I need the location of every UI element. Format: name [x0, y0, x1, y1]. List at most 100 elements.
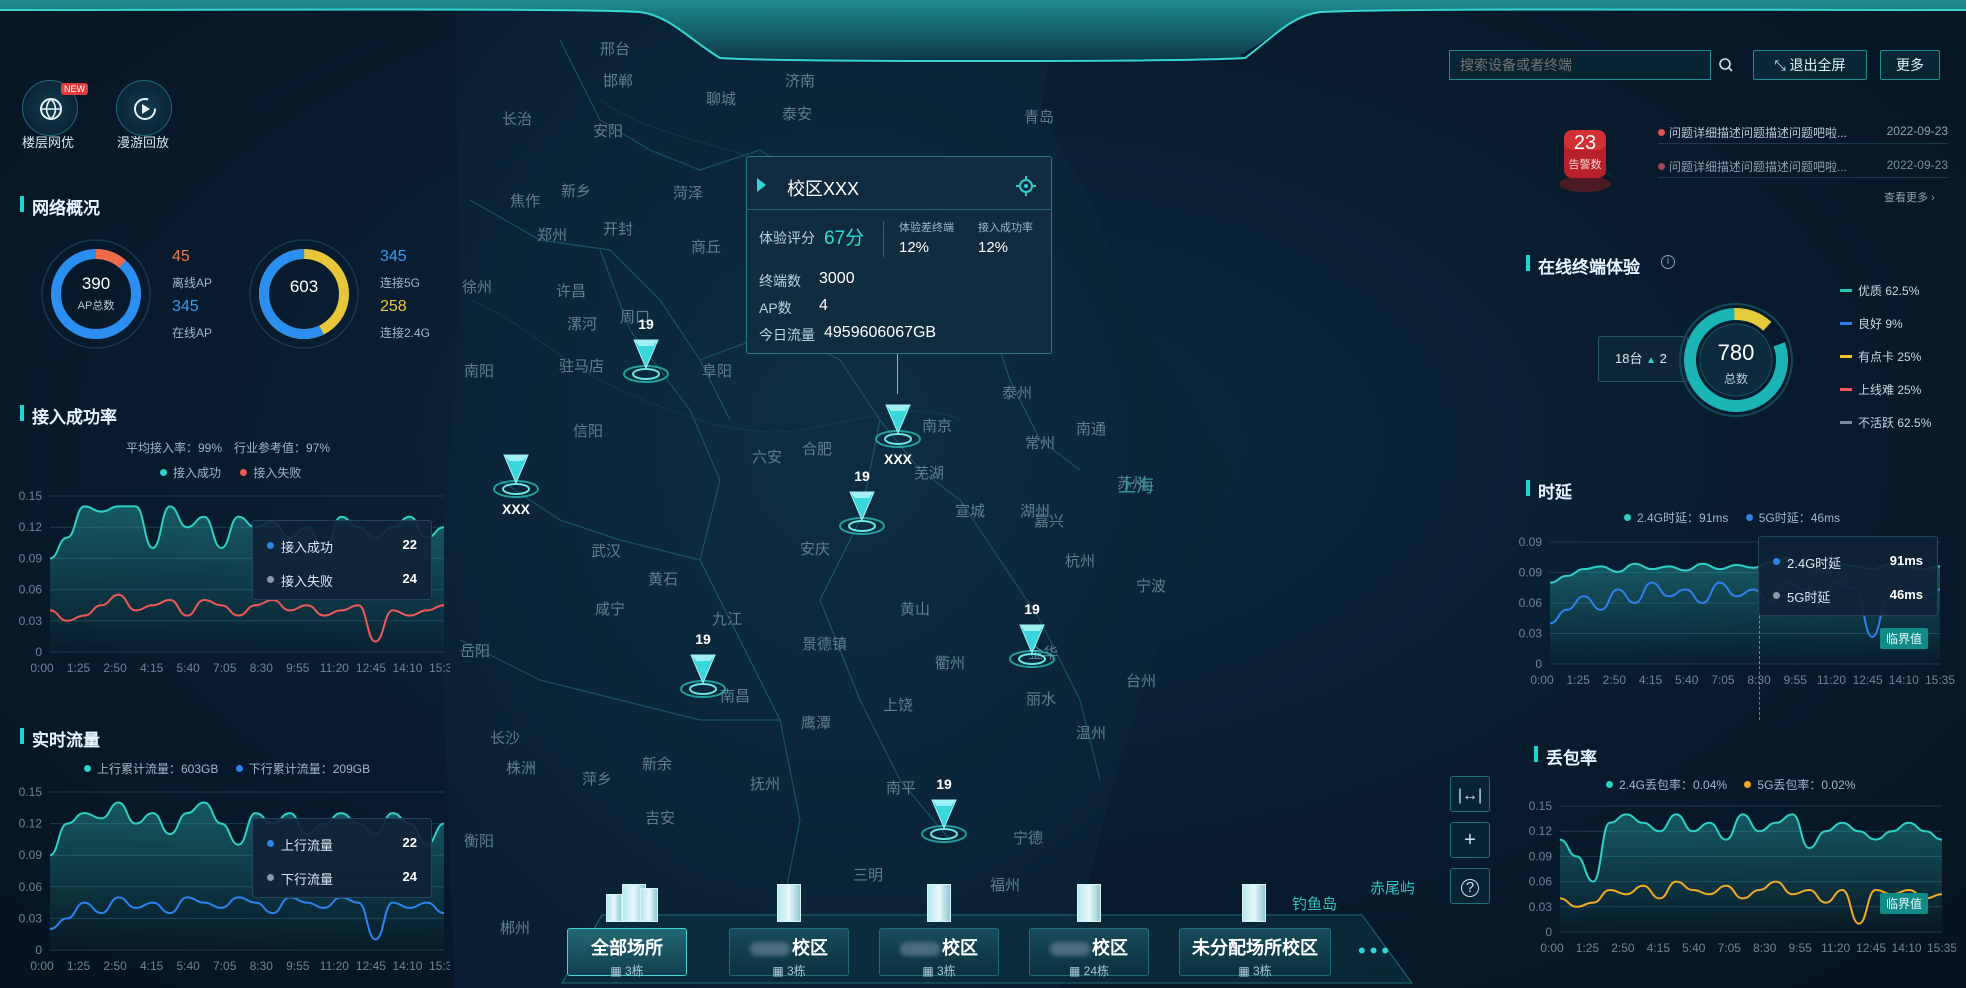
y-tick-label: 0.12 — [1529, 824, 1553, 838]
y-tick-label: 0.12 — [19, 520, 43, 534]
all-buildings-icon — [602, 882, 660, 928]
x-tick-label: 4:15 — [140, 959, 164, 973]
exit-fullscreen-button[interactable]: ⤡ 退出全屏 — [1753, 50, 1867, 80]
campus-tab-2[interactable]: 校区 ▦ 3栋 — [879, 928, 999, 978]
x-tick-label: 0:00 — [30, 661, 54, 675]
access-title: 接入成功率 — [20, 403, 117, 428]
x-tick-label: 7:05 — [1718, 941, 1742, 955]
experience-change: 18台 ▲ 2 — [1598, 336, 1688, 382]
map-marker[interactable]: 19 — [677, 631, 729, 701]
y-tick-label: 0.06 — [19, 583, 43, 597]
map-city-label: 泰州 — [1002, 385, 1033, 402]
y-tick-label: 0.06 — [19, 880, 43, 894]
access-legend: 接入成功 接入失败 — [160, 464, 301, 481]
building-count: ▦ 3栋 — [1238, 964, 1272, 978]
map-marker[interactable]: 19 — [1006, 601, 1058, 671]
map-marker[interactable]: XXX — [872, 395, 924, 467]
fit-width-button[interactable]: |↔| — [1450, 776, 1490, 812]
map-marker[interactable]: 19 — [836, 468, 888, 538]
campus-tab-4[interactable]: 未分配场所校区 ▦ 3栋 — [1179, 928, 1331, 978]
tooltip-row: 上行流量 22 — [253, 829, 431, 857]
y-tick-label: 0 — [35, 645, 42, 659]
ap-count-value: 4 — [819, 297, 828, 314]
x-tick-label: 0:00 — [1530, 673, 1554, 687]
map-city-label: 上饶 — [883, 697, 914, 714]
map-city-label: 南京 — [922, 418, 953, 435]
x-tick-label: 4:15 — [1647, 941, 1671, 955]
legend-hard-online: 上线难 25% — [1840, 381, 1921, 398]
x-tick-label: 2:50 — [103, 959, 127, 973]
map-city-label: 嘉兴 — [1034, 513, 1065, 530]
x-tick-label: 0:00 — [1540, 941, 1564, 955]
map-city-label: 长沙 — [490, 730, 521, 747]
search-button[interactable] — [1710, 51, 1740, 79]
location-pin-icon — [493, 454, 539, 498]
map-city-label: 宁波 — [1136, 578, 1167, 595]
up-arrow-icon: ▲ — [1646, 355, 1656, 366]
score-value: 67分 — [824, 228, 865, 249]
help-button[interactable]: ? — [1450, 868, 1490, 904]
playback-icon — [134, 98, 156, 120]
map-city-label: 九江 — [712, 611, 743, 628]
latency-title: 时延 — [1526, 478, 1572, 503]
x-tick-label: 5:40 — [177, 661, 201, 675]
x-tick-label: 12:45 — [356, 661, 386, 675]
map-city-label: 衡阳 — [464, 833, 495, 850]
location-pin-icon — [680, 654, 726, 698]
campus-tab-3[interactable]: 校区 ▦ 24栋 — [1029, 928, 1149, 978]
zoom-in-button[interactable]: + — [1450, 822, 1490, 858]
x-tick-label: 4:15 — [1639, 673, 1663, 687]
map-city-label: 福州 — [990, 877, 1021, 894]
x-tick-label: 12:45 — [1856, 941, 1886, 955]
y-tick-label: 0.03 — [1519, 627, 1543, 641]
legend-5g: 5G时延：46ms — [1745, 511, 1840, 525]
alarm-indicator[interactable]: 23 告警数 — [1558, 122, 1612, 194]
map-marker[interactable]: 19 — [918, 776, 970, 846]
roam-playback-label: 漫游回放 — [117, 135, 170, 150]
gear-icon[interactable] — [1015, 175, 1037, 197]
legend-success: 接入成功 — [160, 466, 221, 480]
map-city-label: 株洲 — [506, 760, 537, 777]
conn-5g-label: 连接5G — [380, 276, 421, 290]
ap-count-label: AP数 — [759, 300, 792, 316]
alarm-item[interactable]: 问题详细描述问题描述问题吧啦... 2022-09-23 — [1658, 158, 1948, 178]
score-divider — [883, 221, 884, 257]
alarm-item[interactable]: 问题详细描述问题描述问题吧啦... 2022-09-23 — [1658, 124, 1948, 144]
roam-playback-button[interactable] — [116, 80, 172, 136]
map-city-label: 长治 — [502, 111, 533, 128]
more-campuses-icon[interactable]: ••• — [1358, 938, 1393, 964]
map-city-label: 南通 — [1076, 421, 1107, 438]
x-tick-label: 9:55 — [286, 661, 310, 675]
info-icon[interactable]: i — [1661, 255, 1675, 269]
search-box — [1449, 50, 1733, 80]
today-traffic-value: 4959606067GB — [824, 324, 937, 341]
floor-optimize-button[interactable]: NEW — [22, 80, 88, 136]
series-area — [1560, 814, 1942, 932]
x-tick-label: 2:50 — [1611, 941, 1635, 955]
campus-tab-1[interactable]: 校区 ▦ 3栋 — [729, 928, 849, 978]
search-input[interactable] — [1450, 51, 1680, 79]
x-tick-label: 14:10 — [1889, 673, 1919, 687]
y-tick-label: 0.09 — [1529, 849, 1553, 863]
latency-threshold-badge: 临界值 — [1880, 628, 1929, 649]
search-icon — [1719, 58, 1733, 72]
y-tick-label: 0.09 — [19, 551, 43, 565]
x-tick-label: 14:10 — [392, 661, 422, 675]
latency-legend: 2.4G时延：91ms 5G时延：46ms — [1624, 509, 1840, 526]
x-tick-label: 14:10 — [1892, 941, 1922, 955]
experience-title: 在线终端体验 — [1526, 253, 1640, 278]
marker-label: 19 — [854, 468, 870, 484]
y-tick-label: 0.12 — [19, 817, 43, 831]
y-tick-label: 0.03 — [19, 911, 43, 925]
map-marker[interactable]: XXX — [490, 445, 542, 517]
access-summary: 平均接入率：99% 行业参考值：97% — [126, 441, 331, 455]
redacted-name — [750, 942, 790, 957]
y-tick-label: 0.15 — [19, 489, 43, 503]
view-more-link[interactable]: 查看更多 › — [1884, 189, 1935, 205]
map-marker[interactable]: 19 — [620, 316, 672, 386]
conn-5g-value: 345 — [380, 248, 407, 265]
fit-width-icon: |↔| — [1457, 787, 1483, 804]
marker-label: XXX — [883, 451, 912, 467]
campus-tab-all[interactable]: 全部场所 ▦ 3栋 — [567, 928, 687, 978]
more-button[interactable]: 更多 — [1880, 50, 1940, 80]
